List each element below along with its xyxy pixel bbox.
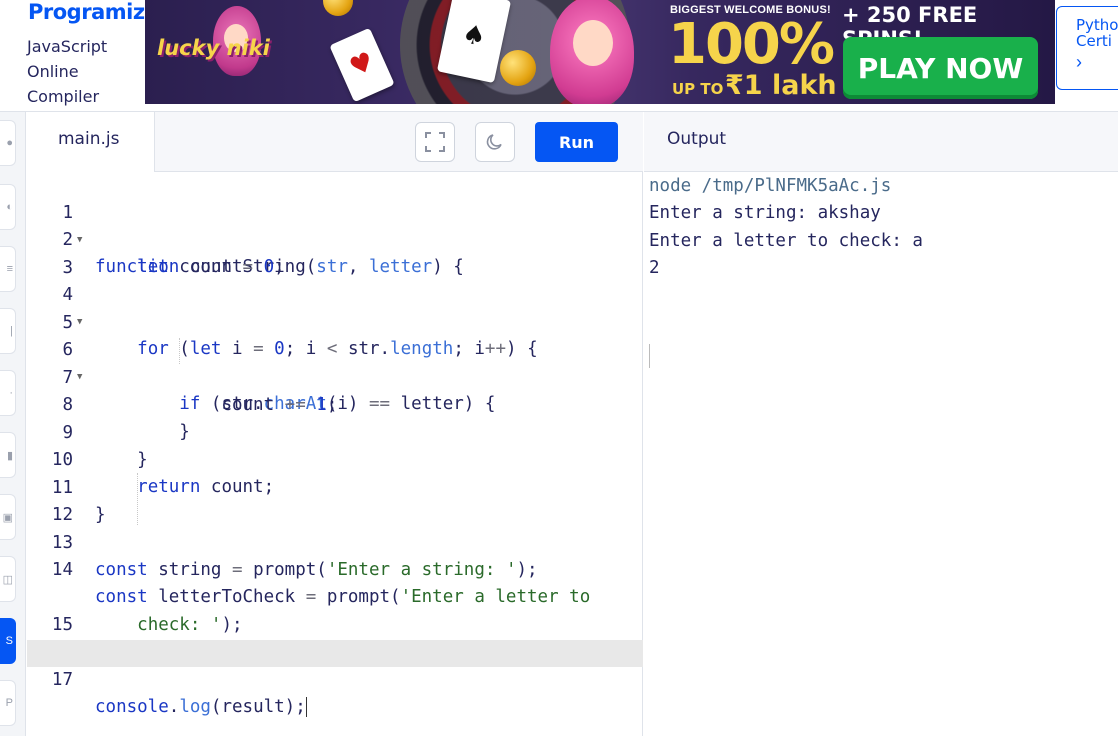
output-title: Output [644, 112, 1118, 172]
code-line: 4 ▼ for (let i = 0; i < str.length; i++)… [27, 255, 643, 359]
theme-toggle-button[interactable] [475, 122, 515, 162]
code-line: 9 } [27, 393, 643, 470]
playing-card-heart-image: ♥ [329, 27, 395, 103]
programiz-logo[interactable]: Programiz [28, 0, 145, 24]
advertisement-banner[interactable]: lucky niki ♥ ♠ BIGGEST WELCOME BONUS! 10… [145, 0, 1055, 104]
ad-bonus-amount: ₹1 lakh [725, 70, 837, 101]
code-line: 16 [27, 613, 643, 663]
sidebar-language-button[interactable]: ● [0, 120, 16, 166]
moon-icon [486, 134, 502, 150]
code-line-wrapped: check: '); [137, 615, 243, 635]
sidebar-language-button[interactable]: ≡ [0, 246, 16, 292]
code-line: 5 [27, 283, 643, 333]
ad-up-to-label: UP TO [672, 80, 724, 98]
python-certification-promo[interactable]: Pytho Certi › [1056, 6, 1118, 90]
sidebar-language-button[interactable]: ◫ [0, 556, 16, 602]
code-line: 12 [27, 475, 643, 525]
sidebar-language-button[interactable]: ▮ [0, 432, 16, 478]
output-input-caret[interactable] [649, 344, 650, 368]
sidebar-language-button[interactable]: | [0, 308, 16, 354]
output-line: Enter a string: akshay [649, 203, 881, 223]
code-line: 10 return count; [27, 420, 643, 497]
ad-bonus-percent: 100% [668, 12, 835, 77]
code-line: 1 ▼ function countString(str, letter) { [27, 173, 643, 277]
file-tab-main-js[interactable]: main.js [27, 112, 155, 172]
output-line: Enter a letter to check: a [649, 231, 923, 251]
code-editor-pane: main.js Run 1 ▼ function countString(str… [27, 112, 643, 736]
code-line: 13 const string = prompt('Enter a string… [27, 503, 643, 580]
chevron-right-icon: › [1076, 52, 1082, 72]
code-line: 7 count += 1; [27, 338, 643, 415]
gold-coin-image [500, 50, 536, 86]
ad-play-now-button[interactable]: PLAY NOW [843, 37, 1038, 99]
code-line: 6 ▼ if (str.charAt(i) == letter) { [27, 310, 643, 414]
page-subtitle: JavaScript Online Compiler [27, 37, 108, 106]
sidebar-language-button[interactable]: P [0, 680, 16, 726]
line-number: 17 [51, 670, 73, 690]
code-line: 14 const letterToCheck = prompt('Enter a… [27, 530, 643, 607]
code-line: 11 } [27, 448, 643, 525]
code-line: 2 let count = 0; [27, 200, 643, 277]
text-caret [305, 697, 307, 717]
language-sidebar: ● ◐ ≡ | · ▮ ▣ ◫ S P [0, 112, 26, 736]
code-line: 15 const result = countString(string, le… [27, 585, 643, 662]
gold-coin-image [323, 0, 353, 16]
sidebar-language-button[interactable]: ▣ [0, 494, 16, 540]
fullscreen-button[interactable] [415, 122, 455, 162]
run-button[interactable]: Run [535, 122, 618, 162]
code-line: 8 } [27, 365, 643, 442]
output-pane: Output node /tmp/PlNFMK5aAc.js Enter a s… [644, 112, 1118, 736]
code-text-area[interactable]: 1 ▼ function countString(str, letter) { … [27, 173, 643, 736]
ad-brand-logo: lucky niki [157, 36, 270, 60]
promo-text: Pytho Certi [1076, 16, 1118, 50]
code-line-active: 17 console.log(result); [27, 640, 643, 717]
sidebar-language-button[interactable]: ◐ [0, 184, 16, 230]
output-line: node /tmp/PlNFMK5aAc.js [649, 176, 892, 196]
top-header: Programiz JavaScript Online Compiler luc… [0, 0, 1118, 112]
sidebar-language-button[interactable]: · [0, 370, 16, 416]
code-line: 3 [27, 228, 643, 278]
mascot-large-face-image [573, 20, 613, 66]
editor-toolbar: main.js Run [27, 112, 643, 172]
output-line: 2 [649, 258, 660, 278]
sidebar-language-button-javascript[interactable]: S [0, 618, 16, 664]
fullscreen-icon [425, 132, 445, 152]
